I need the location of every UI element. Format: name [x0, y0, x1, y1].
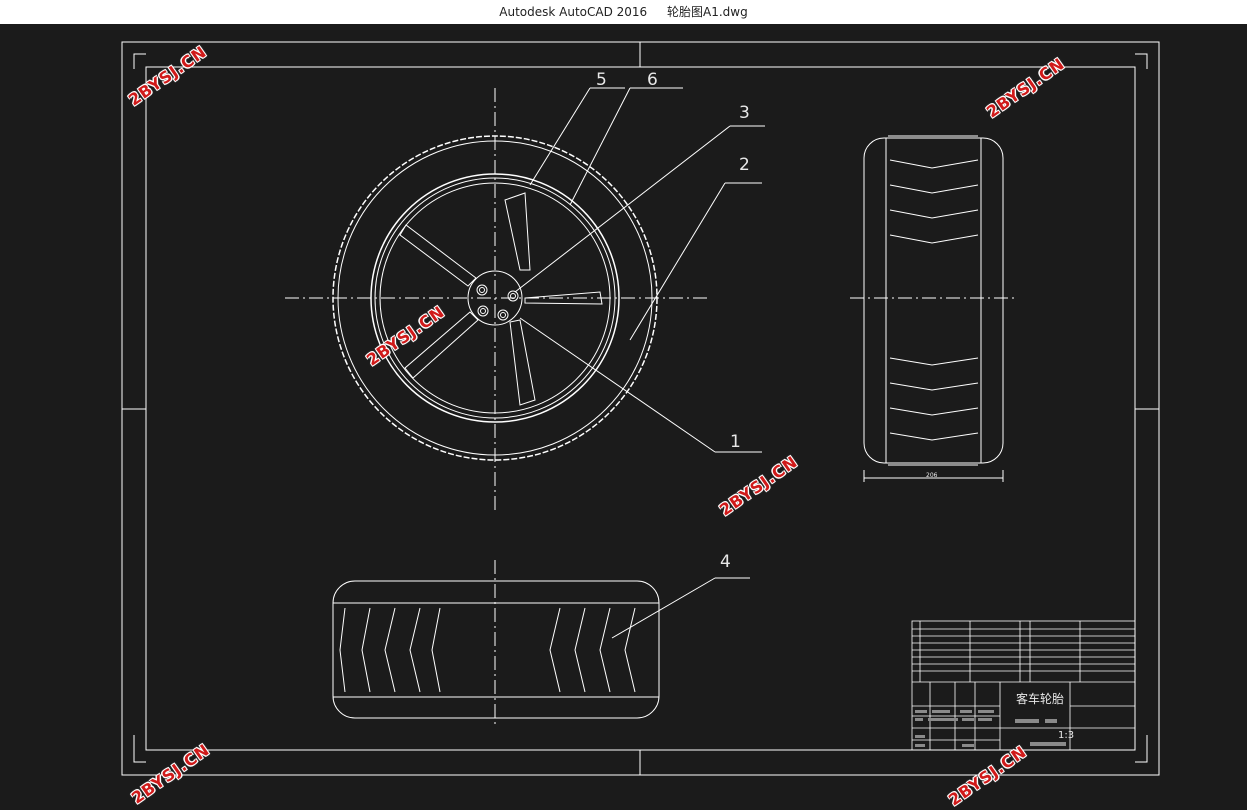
drawing-scale: 1:3 — [1058, 730, 1074, 741]
front-view — [285, 87, 765, 510]
title-block — [911, 620, 1136, 751]
drawing-title: 客车轮胎 — [1016, 691, 1064, 706]
cad-drawing: 5 6 3 2 1 4 客车轮胎 1:3 206 — [121, 41, 1160, 776]
part-label-5: 5 — [596, 70, 607, 90]
part-label-3: 3 — [739, 103, 750, 123]
side-view-dimension: 206 — [926, 472, 938, 479]
app-title: Autodesk AutoCAD 2016 — [499, 5, 648, 19]
part-label-4: 4 — [720, 552, 731, 572]
bottom-view — [332, 560, 750, 725]
part-label-1: 1 — [730, 432, 741, 452]
drawing-canvas[interactable]: 5 6 3 2 1 4 客车轮胎 1:3 206 2BYSJ.CN 2BYSJ.… — [0, 24, 1247, 810]
part-label-6: 6 — [647, 70, 658, 90]
inner-border — [145, 66, 1136, 751]
side-view — [850, 135, 1018, 482]
part-label-2: 2 — [739, 155, 750, 175]
file-name: 轮胎图A1.dwg — [667, 5, 748, 19]
window-title-bar: Autodesk AutoCAD 2016 轮胎图A1.dwg — [0, 0, 1247, 24]
